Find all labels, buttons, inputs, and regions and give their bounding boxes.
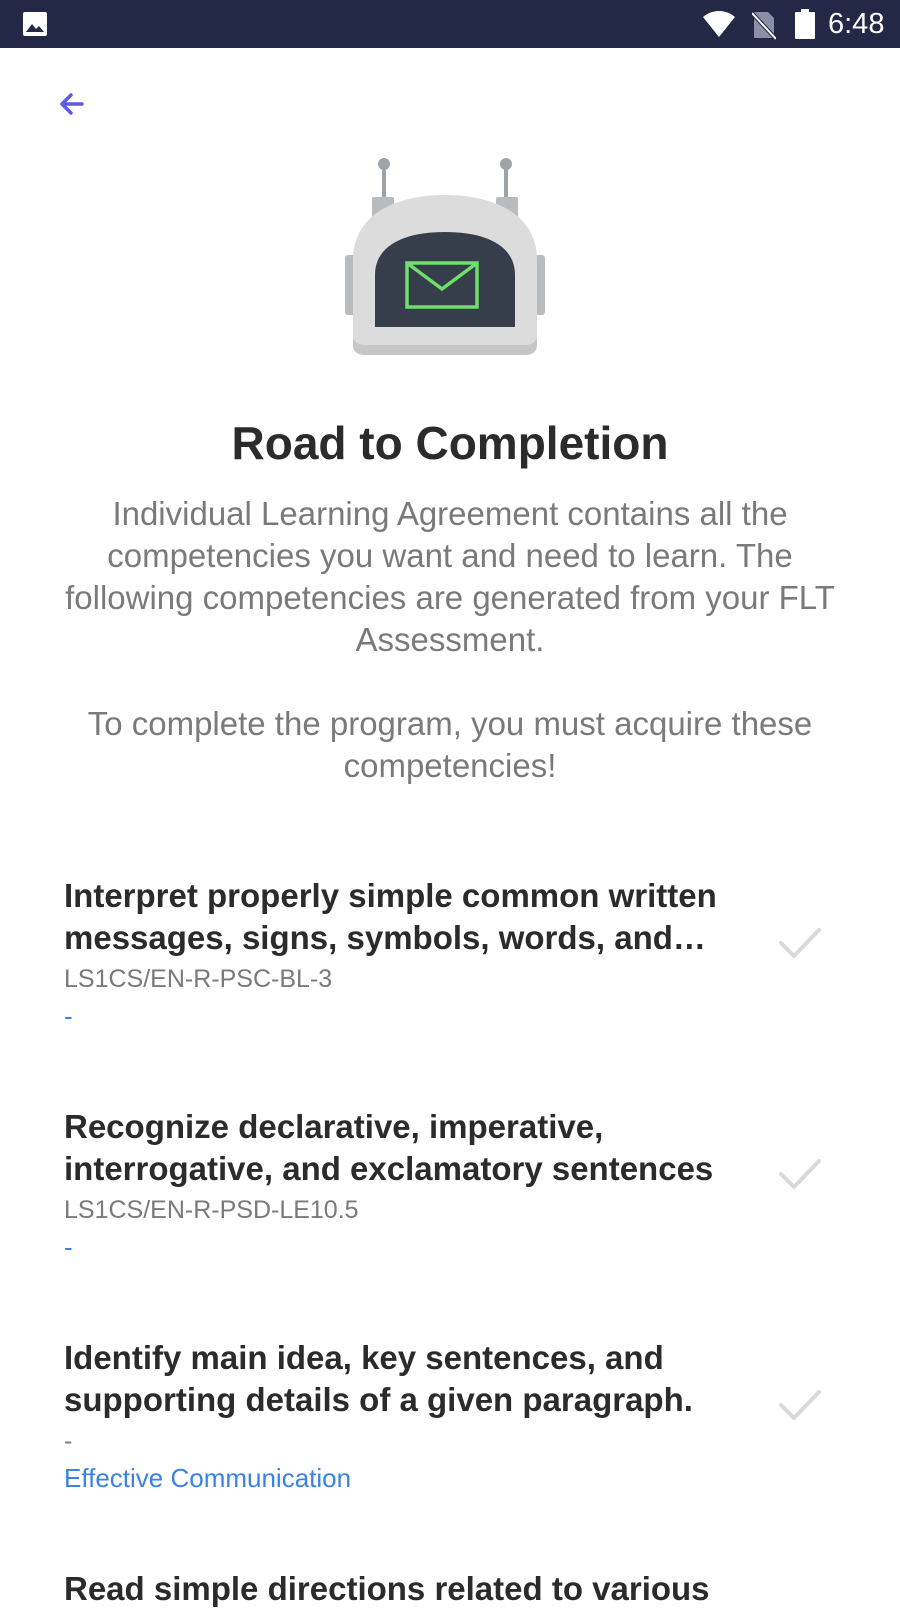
competency-name: Recognize declarative, imperative, inter… (64, 1108, 714, 1187)
competency-code: LS1CS/EN-R-PSC-BL-3 (64, 965, 333, 993)
competency-code: - (64, 1427, 73, 1455)
wifi-icon (703, 11, 735, 37)
check-icon (779, 1390, 821, 1420)
page-title: Road to Completion (231, 417, 669, 469)
status-bar: 6:48 (0, 0, 900, 48)
back-button[interactable] (50, 82, 94, 126)
battery-icon (795, 9, 815, 39)
competency-category: Effective Communication (64, 1463, 352, 1493)
description: Individual Learning Agreement contains a… (45, 493, 855, 787)
robot-mail-icon (345, 158, 545, 355)
check-icon (779, 1159, 821, 1189)
competency-code: LS1CS/EN-R-PSD-LE10.5 (64, 1196, 359, 1224)
competency-category: - (64, 1001, 73, 1031)
competency-item[interactable]: Identify main idea, key sentences, and s… (64, 1337, 854, 1497)
competency-name: Read simple directions related to variou… (64, 1570, 710, 1607)
description-paragraph-2: To complete the program, you must acquir… (87, 705, 813, 784)
competency-item[interactable]: Interpret properly simple common written… (64, 875, 854, 1035)
gallery-icon (23, 12, 47, 36)
arrow-left-icon (60, 93, 84, 115)
no-sim-icon (752, 11, 776, 40)
description-paragraph-1: Individual Learning Agreement contains a… (65, 495, 835, 658)
competency-item[interactable]: Read simple directions related to variou… (64, 1568, 854, 1610)
status-time: 6:48 (828, 8, 885, 40)
competency-name: Interpret properly simple common written… (64, 877, 717, 956)
competency-category: - (64, 1232, 73, 1262)
check-icon (779, 928, 821, 958)
competency-item[interactable]: Recognize declarative, imperative, inter… (64, 1106, 854, 1266)
competency-name: Identify main idea, key sentences, and s… (64, 1339, 693, 1418)
